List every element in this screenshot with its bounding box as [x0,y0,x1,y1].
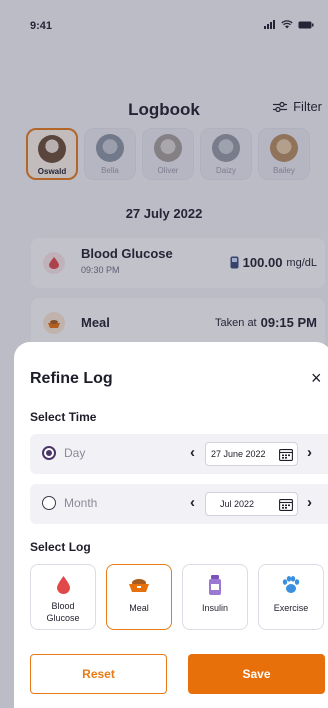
insulin-vial-icon [205,575,225,595]
month-date-value: Jul 2022 [220,499,255,509]
category-label: Meal [129,603,149,613]
chevron-left-icon[interactable]: ‹ [190,494,195,512]
reset-button[interactable]: Reset [30,654,167,694]
log-category-selector: Blood Glucose Meal Insulin Exercise [30,564,324,630]
refine-log-sheet: Refine Log × Select Time Day ‹ 27 June 2… [14,342,328,708]
day-radio[interactable] [42,446,56,460]
save-button[interactable]: Save [188,654,325,694]
day-date-value: 27 June 2022 [211,449,266,459]
month-radio[interactable] [42,496,56,510]
calendar-icon[interactable] [279,498,293,511]
chevron-right-icon[interactable]: › [307,494,312,512]
sheet-title: Refine Log [30,370,113,387]
category-label-line1: Blood [51,601,75,611]
time-option-day[interactable]: Day ‹ 27 June 2022 › [30,434,328,474]
category-label: Insulin [201,603,228,613]
category-exercise[interactable]: Exercise [258,564,324,630]
category-insulin[interactable]: Insulin [182,564,248,630]
month-label: Month [64,496,98,510]
paw-icon [281,575,301,595]
close-icon[interactable]: × [311,369,322,387]
time-option-month[interactable]: Month ‹ Jul 2022 › [30,484,328,524]
category-label: Blood Glucose [46,600,79,624]
category-label-line2: Glucose [46,613,80,623]
blood-drop-icon [53,575,73,595]
select-time-label: Select Time [30,410,97,424]
chevron-right-icon[interactable]: › [307,444,312,462]
category-blood-glucose[interactable]: Blood Glucose [30,564,96,630]
day-label: Day [64,446,86,460]
select-log-label: Select Log [30,540,91,554]
category-meal[interactable]: Meal [106,564,172,630]
food-bowl-icon [129,575,149,595]
calendar-icon[interactable] [279,448,293,461]
month-date-field[interactable]: Jul 2022 [205,492,298,516]
day-date-field[interactable]: 27 June 2022 [205,442,298,466]
chevron-left-icon[interactable]: ‹ [190,444,195,462]
category-label: Exercise [273,603,309,613]
